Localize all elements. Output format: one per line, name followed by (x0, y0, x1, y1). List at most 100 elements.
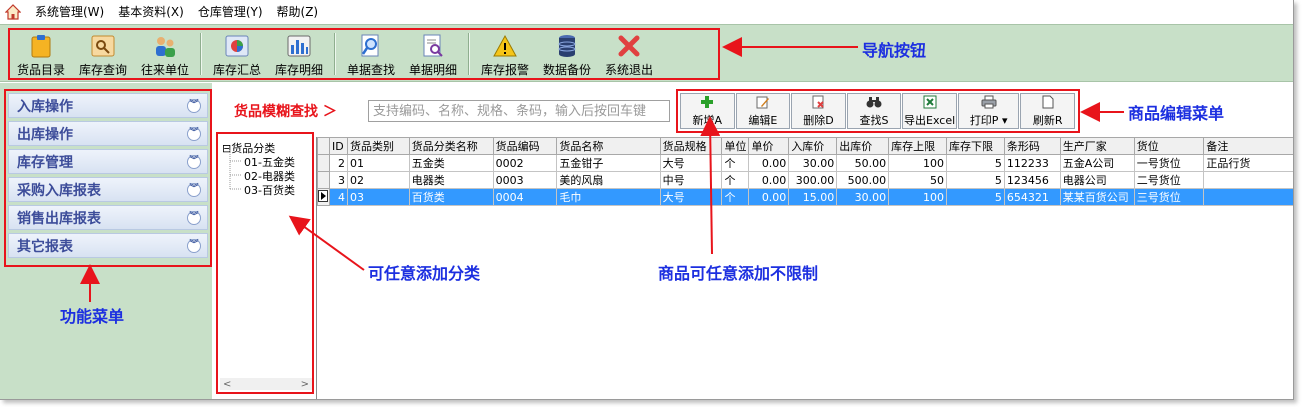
column-header[interactable]: 条形码 (1003, 137, 1061, 155)
find-button[interactable]: 查找S (846, 93, 902, 129)
table-cell[interactable]: 某某百货公司 (1059, 188, 1135, 206)
table-cell[interactable]: 30.00 (836, 188, 890, 206)
stock-query-button[interactable]: 库存查询 (72, 30, 134, 78)
table-cell[interactable]: 五金钳子 (556, 154, 661, 172)
search-input[interactable] (368, 100, 670, 122)
column-header[interactable]: ID (328, 137, 348, 155)
table-cell[interactable]: 电器公司 (1059, 171, 1135, 189)
table-cell[interactable]: 个 (721, 154, 750, 172)
table-cell[interactable]: 30.00 (788, 154, 838, 172)
table-cell[interactable]: 3 (328, 171, 348, 189)
column-header[interactable]: 货品规格 (659, 137, 723, 155)
menu-help[interactable]: 帮助(Z) (270, 0, 326, 24)
column-header[interactable]: 货品编码 (492, 137, 558, 155)
table-cell[interactable] (1203, 171, 1293, 189)
table-row[interactable]: 3 02 电器类 0003 美的风扇 中号个 0.00 300.00 500.00 50 5 1234… (317, 171, 1293, 189)
table-cell[interactable]: 300.00 (788, 171, 838, 189)
table-cell[interactable]: 2 (328, 154, 348, 172)
table-cell[interactable]: 0003 (492, 171, 558, 189)
table-cell[interactable]: 0.00 (748, 188, 790, 206)
table-cell[interactable]: 大号 (659, 154, 723, 172)
table-cell[interactable]: 一号货位 (1133, 154, 1205, 172)
document-search-button[interactable]: 单据查找 (340, 30, 402, 78)
table-cell[interactable]: 百货类 (408, 188, 494, 206)
table-row[interactable]: 2 01 五金类 0002 五金钳子 大号个 0.00 30.00 50.00 100 5 11223… (317, 154, 1293, 172)
data-backup-button[interactable]: 数据备份 (536, 30, 598, 78)
column-header[interactable]: 货品分类名称 (408, 137, 494, 155)
menu-warehouse[interactable]: 仓库管理(Y) (191, 0, 270, 24)
table-cell[interactable]: 4 (328, 188, 348, 206)
table-cell[interactable]: 03 (346, 188, 410, 206)
table-cell[interactable]: 电器类 (408, 171, 494, 189)
menu-system[interactable]: 系统管理(W) (28, 0, 111, 24)
table-cell[interactable]: 50.00 (836, 154, 890, 172)
table-cell[interactable]: 500.00 (836, 171, 890, 189)
goods-catalog-button[interactable]: 货品目录 (10, 30, 72, 78)
table-cell[interactable]: 112233 (1003, 154, 1061, 172)
table-cell[interactable]: 100 (888, 188, 947, 206)
print-button[interactable]: 打印P ▾ (957, 93, 1020, 129)
table-cell[interactable]: 5 (946, 188, 1005, 206)
function-menu-outbound[interactable]: 出库操作 ︾ (8, 121, 208, 146)
table-cell[interactable]: 15.00 (788, 188, 838, 206)
column-header[interactable]: 出库价 (836, 137, 890, 155)
table-cell[interactable]: 个 (721, 188, 750, 206)
delete-button[interactable]: 删除D (791, 93, 846, 129)
table-cell[interactable]: 100 (888, 154, 947, 172)
table-cell[interactable]: 02 (346, 171, 410, 189)
table-cell[interactable]: 大号 (659, 188, 723, 206)
table-cell[interactable]: 五金类 (408, 154, 494, 172)
stock-summary-button[interactable]: 库存汇总 (206, 30, 268, 78)
column-header[interactable]: 库存下限 (946, 137, 1005, 155)
table-cell[interactable]: 正品行货 (1203, 154, 1293, 172)
add-button[interactable]: 新增A (680, 93, 735, 129)
table-row[interactable]: 4 03 百货类 0004 毛巾 大号个 0.00 15.00 30.00 100 5 654321 某… (317, 188, 1293, 206)
edit-button[interactable]: 编辑E (735, 93, 791, 129)
export-excel-button[interactable]: 导出Excel (902, 93, 957, 129)
table-cell[interactable]: 五金A公司 (1059, 154, 1135, 172)
column-header[interactable]: 货位 (1133, 137, 1205, 155)
table-cell[interactable]: 0.00 (748, 154, 790, 172)
table-cell[interactable]: 5 (946, 171, 1005, 189)
scroll-left-icon[interactable]: < (223, 379, 231, 390)
column-header[interactable]: 货品名称 (556, 137, 661, 155)
column-header[interactable]: 库存上限 (888, 137, 947, 155)
column-header[interactable]: 单价 (748, 137, 790, 155)
table-cell[interactable]: 01 (346, 154, 410, 172)
column-header[interactable]: 备注 (1203, 137, 1293, 155)
table-cell[interactable]: 美的风扇 (556, 171, 661, 189)
table-cell[interactable]: 0.00 (748, 171, 790, 189)
table-cell[interactable]: 中号 (659, 171, 723, 189)
row-indicator[interactable] (317, 154, 330, 172)
table-cell[interactable]: 三号货位 (1133, 188, 1205, 206)
column-header[interactable]: 生产厂家 (1059, 137, 1135, 155)
table-cell[interactable]: 654321 (1003, 188, 1061, 206)
row-indicator[interactable] (317, 188, 330, 206)
function-menu-stock[interactable]: 库存管理 ︾ (8, 149, 208, 174)
table-cell[interactable]: 0004 (492, 188, 558, 206)
table-cell[interactable] (1203, 188, 1293, 206)
refresh-button[interactable]: 刷新R (1020, 93, 1075, 129)
stock-alarm-button[interactable]: 库存报警 (474, 30, 536, 78)
table-cell[interactable]: 50 (888, 171, 947, 189)
scroll-right-icon[interactable]: > (301, 379, 309, 390)
function-menu-other-report[interactable]: 其它报表 ︾ (8, 233, 208, 258)
function-menu-purchase-report[interactable]: 采购入库报表 ︾ (8, 177, 208, 202)
menu-basic-data[interactable]: 基本资料(X) (111, 0, 191, 24)
system-exit-button[interactable]: 系统退出 (598, 30, 660, 78)
row-indicator[interactable] (317, 171, 330, 189)
stock-detail-button[interactable]: 库存明细 (268, 30, 330, 78)
table-cell[interactable]: 5 (946, 154, 1005, 172)
document-detail-button[interactable]: 单据明细 (402, 30, 464, 78)
partners-button[interactable]: 往来单位 (134, 30, 196, 78)
function-menu-inbound[interactable]: 入库操作 ︾ (8, 93, 208, 118)
table-cell[interactable]: 二号货位 (1133, 171, 1205, 189)
column-header[interactable]: 单位 (721, 137, 750, 155)
tree-horizontal-scrollbar[interactable]: < > (220, 378, 312, 390)
column-header[interactable]: 入库价 (788, 137, 838, 155)
column-header[interactable]: 货品类别 (346, 137, 410, 155)
table-cell[interactable]: 0002 (492, 154, 558, 172)
table-cell[interactable]: 毛巾 (556, 188, 661, 206)
table-cell[interactable]: 个 (721, 171, 750, 189)
function-menu-sales-report[interactable]: 销售出库报表 ︾ (8, 205, 208, 230)
